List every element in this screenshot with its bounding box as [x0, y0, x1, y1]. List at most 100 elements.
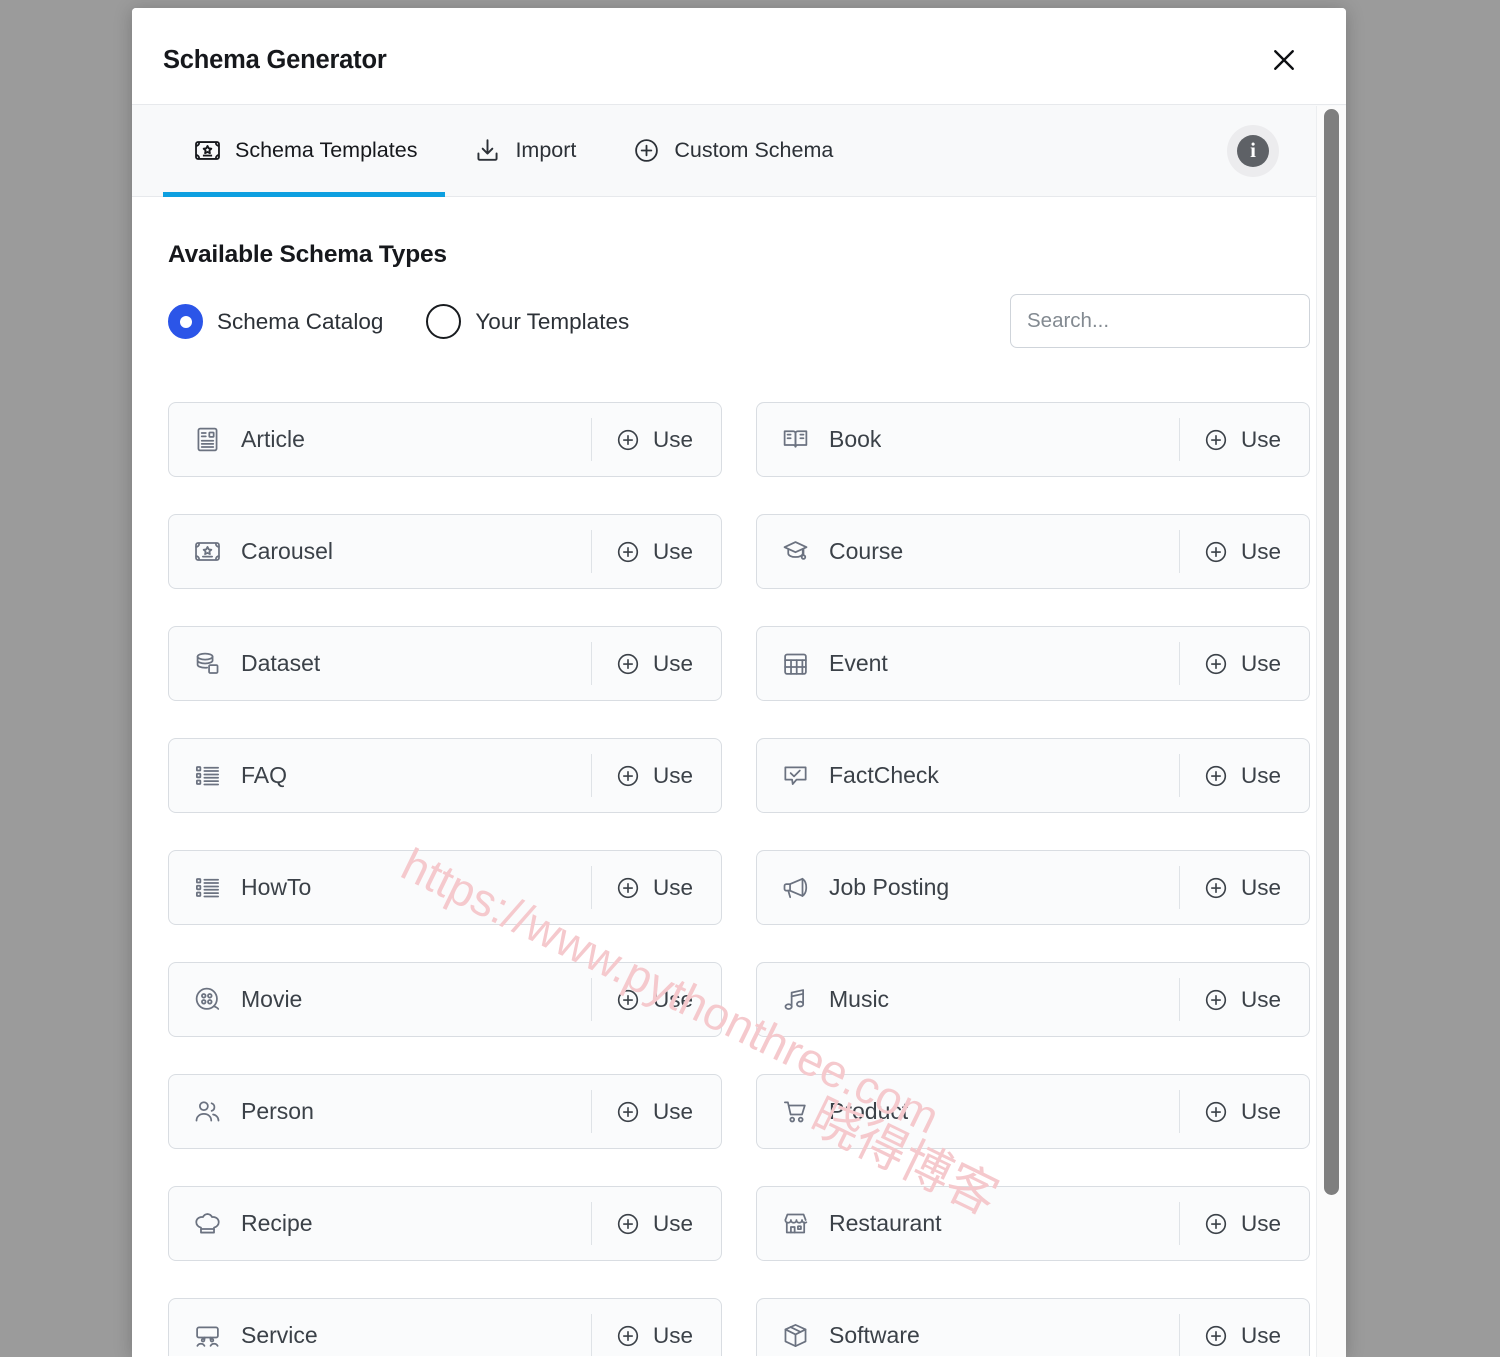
- use-button-label: Use: [652, 1322, 693, 1348]
- tab-custom-schema[interactable]: Custom Schema: [604, 105, 861, 197]
- schema-card-dataset[interactable]: Dataset Use: [168, 626, 722, 701]
- tab-import[interactable]: Import: [445, 105, 604, 197]
- service-cart-icon: [192, 1321, 222, 1351]
- use-button[interactable]: Use: [592, 1323, 721, 1349]
- schema-card-label: Course: [829, 538, 904, 564]
- radio-schema-catalog[interactable]: Schema Catalog: [168, 304, 383, 339]
- radio-mark-selected-icon: [168, 304, 203, 339]
- schema-card-main[interactable]: Music: [757, 985, 1179, 1015]
- schema-card-label: FAQ: [241, 762, 288, 788]
- schema-card-factcheck[interactable]: FactCheck Use: [756, 738, 1310, 813]
- schema-card-main[interactable]: Event: [757, 649, 1179, 679]
- users-icon: [192, 1097, 222, 1127]
- use-button[interactable]: Use: [1180, 1323, 1309, 1349]
- schema-card-event[interactable]: Event Use: [756, 626, 1310, 701]
- schema-card-software[interactable]: Software Use: [756, 1298, 1310, 1356]
- use-button-label: Use: [652, 650, 693, 676]
- schema-card-label: Dataset: [241, 650, 321, 676]
- schema-card-main[interactable]: Software: [757, 1321, 1179, 1351]
- schema-card-main[interactable]: Carousel: [169, 537, 591, 567]
- schema-card-main[interactable]: FAQ: [169, 761, 591, 791]
- vertical-scrollbar-track[interactable]: [1316, 106, 1346, 1357]
- schema-card-job-posting[interactable]: Job Posting Use: [756, 850, 1310, 925]
- plus-circle-icon: [1203, 1211, 1229, 1237]
- use-button-label: Use: [652, 986, 693, 1012]
- plus-circle-icon: [632, 136, 661, 165]
- schema-card-course[interactable]: Course Use: [756, 514, 1310, 589]
- use-button[interactable]: Use: [1180, 987, 1309, 1013]
- schema-card-label: Recipe: [241, 1210, 313, 1236]
- import-download-icon: [473, 136, 502, 165]
- use-button[interactable]: Use: [592, 763, 721, 789]
- schema-card-main[interactable]: Article: [169, 425, 591, 455]
- package-box-icon: [780, 1321, 810, 1351]
- radio-your-templates[interactable]: Your Templates: [426, 304, 629, 339]
- use-button[interactable]: Use: [592, 1211, 721, 1237]
- use-button[interactable]: Use: [1180, 1099, 1309, 1125]
- schema-card-product[interactable]: Product Use: [756, 1074, 1310, 1149]
- plus-circle-icon: [1203, 763, 1229, 789]
- schema-card-movie[interactable]: Movie Use: [168, 962, 722, 1037]
- use-button-label: Use: [1240, 986, 1281, 1012]
- close-icon[interactable]: [1268, 44, 1300, 76]
- schema-card-main[interactable]: Recipe: [169, 1209, 591, 1239]
- tab-schema-templates[interactable]: Schema Templates: [163, 105, 446, 197]
- schema-card-main[interactable]: Service: [169, 1321, 591, 1351]
- use-button[interactable]: Use: [592, 1099, 721, 1125]
- schema-card-main[interactable]: Person: [169, 1097, 591, 1127]
- schema-card-label: HowTo: [241, 874, 312, 900]
- use-button[interactable]: Use: [1180, 1211, 1309, 1237]
- schema-card-howto[interactable]: HowTo Use: [168, 850, 722, 925]
- list-icon: [192, 761, 222, 791]
- schema-card-main[interactable]: FactCheck: [757, 761, 1179, 791]
- schema-card-person[interactable]: Person Use: [168, 1074, 722, 1149]
- plus-circle-icon: [1203, 427, 1229, 453]
- use-button[interactable]: Use: [1180, 427, 1309, 453]
- use-button[interactable]: Use: [1180, 763, 1309, 789]
- schema-card-label: Music: [829, 986, 890, 1012]
- vertical-scrollbar-thumb[interactable]: [1324, 109, 1339, 1195]
- use-button[interactable]: Use: [1180, 875, 1309, 901]
- plus-circle-icon: [615, 875, 641, 901]
- use-button-label: Use: [1240, 538, 1281, 564]
- use-button-label: Use: [652, 538, 693, 564]
- megaphone-icon: [780, 873, 810, 903]
- schema-card-main[interactable]: Product: [757, 1097, 1179, 1127]
- search-input[interactable]: [1010, 294, 1310, 348]
- schema-card-book[interactable]: Book Use: [756, 402, 1310, 477]
- schema-card-main[interactable]: Dataset: [169, 649, 591, 679]
- schema-card-carousel[interactable]: Carousel Use: [168, 514, 722, 589]
- plus-circle-icon: [1203, 651, 1229, 677]
- schema-template-icon: [193, 136, 222, 165]
- schema-card-recipe[interactable]: Recipe Use: [168, 1186, 722, 1261]
- schema-card-article[interactable]: Article Use: [168, 402, 722, 477]
- music-note-icon: [780, 985, 810, 1015]
- schema-card-label: Person: [241, 1098, 314, 1124]
- use-button[interactable]: Use: [592, 875, 721, 901]
- schema-card-label: Software: [829, 1322, 920, 1348]
- use-button-label: Use: [1240, 1322, 1281, 1348]
- schema-card-main[interactable]: Book: [757, 425, 1179, 455]
- schema-card-main[interactable]: HowTo: [169, 873, 591, 903]
- schema-card-faq[interactable]: FAQ Use: [168, 738, 722, 813]
- use-button-label: Use: [1240, 762, 1281, 788]
- use-button[interactable]: Use: [1180, 651, 1309, 677]
- schema-card-main[interactable]: Movie: [169, 985, 591, 1015]
- plus-circle-icon: [615, 763, 641, 789]
- schema-card-service[interactable]: Service Use: [168, 1298, 722, 1356]
- use-button-label: Use: [1240, 426, 1281, 452]
- schema-card-label: Movie: [241, 986, 303, 1012]
- info-icon[interactable]: i: [1227, 124, 1279, 177]
- schema-card-main[interactable]: Course: [757, 537, 1179, 567]
- schema-card-restaurant[interactable]: Restaurant Use: [756, 1186, 1310, 1261]
- use-button[interactable]: Use: [1180, 539, 1309, 565]
- storefront-icon: [780, 1209, 810, 1239]
- use-button[interactable]: Use: [592, 987, 721, 1013]
- schema-card-main[interactable]: Job Posting: [757, 873, 1179, 903]
- use-button-label: Use: [652, 762, 693, 788]
- use-button[interactable]: Use: [592, 651, 721, 677]
- use-button[interactable]: Use: [592, 427, 721, 453]
- schema-card-main[interactable]: Restaurant: [757, 1209, 1179, 1239]
- schema-card-music[interactable]: Music Use: [756, 962, 1310, 1037]
- use-button[interactable]: Use: [592, 539, 721, 565]
